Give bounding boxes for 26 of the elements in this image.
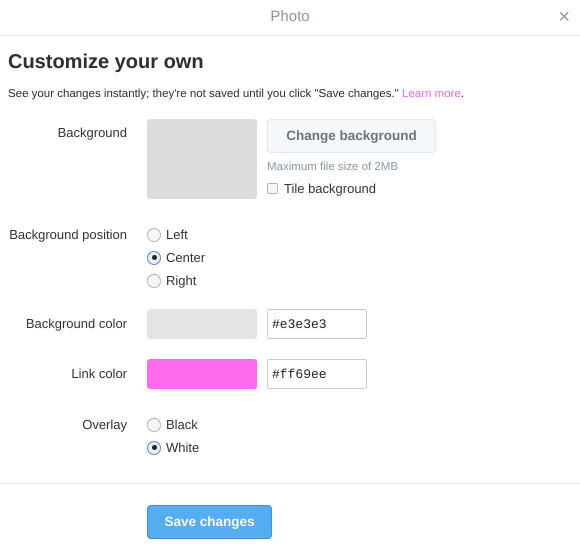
field-label: Background	[58, 125, 127, 140]
radio-option[interactable]: Left	[147, 223, 580, 246]
description: See your changes instantly; they're not saved until you click "Save changes." Learn more.	[8, 87, 465, 102]
field-label: Link color	[71, 366, 127, 381]
radio-button[interactable]	[147, 418, 161, 432]
file-size-hint: Maximum file size of 2MB	[267, 160, 400, 175]
radio-option[interactable]: White	[147, 436, 580, 459]
color-input[interactable]: #ff69ee	[267, 359, 367, 389]
radio-button[interactable]	[147, 228, 161, 242]
checkbox[interactable]	[267, 183, 278, 194]
heading: Customize your own	[8, 50, 204, 74]
window-title: Photo	[270, 7, 310, 28]
radio-option[interactable]: Black	[147, 413, 580, 436]
tile-option[interactable]: Tile background	[267, 179, 436, 198]
radio-option[interactable]: Right	[147, 269, 580, 292]
radio-button[interactable]	[147, 440, 161, 454]
field-label: Background color	[26, 316, 127, 331]
color-swatch[interactable]	[147, 309, 257, 339]
color-swatch[interactable]	[147, 359, 257, 389]
field-label: Overlay	[82, 417, 127, 432]
radio-option[interactable]: Center	[147, 246, 580, 269]
field-label: Background position	[9, 227, 127, 242]
radio-button[interactable]	[147, 274, 161, 288]
radio-button[interactable]	[147, 250, 161, 264]
color-input[interactable]: #e3e3e3	[267, 309, 367, 339]
change-background-button[interactable]: Change background	[267, 119, 436, 153]
